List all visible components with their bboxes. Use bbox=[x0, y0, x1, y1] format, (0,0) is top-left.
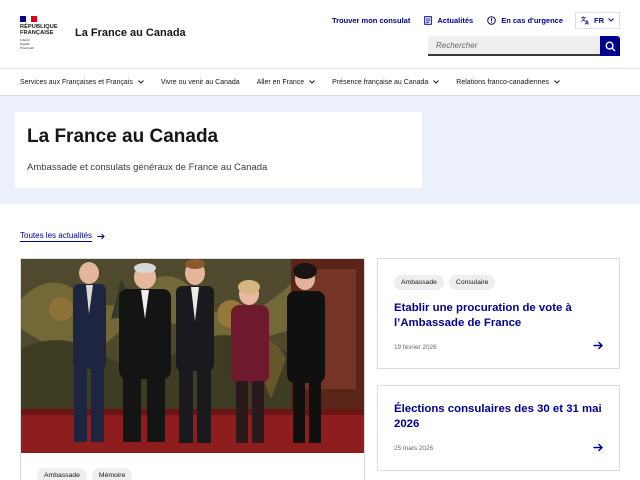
news-card-tags: Ambassade Consulaire bbox=[394, 275, 500, 290]
nav-item-services[interactable]: Services aux Françaises et Français bbox=[20, 79, 144, 86]
alert-circle-icon bbox=[487, 15, 496, 25]
arrow-right-icon bbox=[97, 233, 105, 240]
tag[interactable]: Consulaire bbox=[448, 275, 496, 290]
news-card-date: 19 février 2026 bbox=[394, 344, 437, 351]
arrow-right-icon[interactable] bbox=[593, 443, 603, 452]
search-input[interactable] bbox=[428, 36, 600, 56]
hero-card: La France au Canada Ambassade et consula… bbox=[15, 112, 422, 188]
svg-text:A: A bbox=[585, 20, 589, 24]
nav-item-aller[interactable]: Aller en France bbox=[257, 79, 316, 86]
language-selector[interactable]: 文A FR bbox=[575, 11, 620, 29]
chevron-down-icon bbox=[433, 80, 440, 84]
featured-news-tags: Ambassade Mémoire bbox=[37, 468, 137, 480]
tag[interactable]: Ambassade bbox=[394, 275, 444, 290]
chevron-down-icon bbox=[608, 18, 614, 22]
nav-item-presence[interactable]: Présence française au Canada bbox=[332, 79, 440, 86]
flag-icon bbox=[20, 16, 38, 22]
arrow-right-icon[interactable] bbox=[593, 341, 603, 350]
logo-motto: Liberté Égalité Fraternité bbox=[20, 38, 34, 50]
featured-news-photo bbox=[21, 259, 364, 453]
news-card[interactable]: Ambassade Consulaire Etablir une procura… bbox=[377, 258, 620, 369]
search-button[interactable] bbox=[600, 36, 620, 56]
site-title[interactable]: La France au Canada bbox=[75, 27, 186, 39]
nav-item-relations[interactable]: Relations franco-canadiennes bbox=[456, 79, 560, 86]
chevron-down-icon bbox=[554, 80, 560, 84]
republique-francaise-logo[interactable]: RÉPUBLIQUE FRANÇAISE Liberté Égalité Fra… bbox=[20, 16, 64, 50]
news-link[interactable]: Actualités bbox=[424, 16, 473, 25]
emergency-link[interactable]: En cas d'urgence bbox=[487, 16, 563, 25]
search-icon bbox=[604, 40, 615, 51]
header-tools: Trouver mon consulat Actualités En cas d… bbox=[332, 11, 620, 29]
news-card-title[interactable]: Élections consulaires des 30 et 31 mai 2… bbox=[394, 402, 604, 431]
site-header: RÉPUBLIQUE FRANÇAISE Liberté Égalité Fra… bbox=[0, 0, 640, 68]
all-news-link[interactable]: Toutes les actualités bbox=[20, 231, 105, 242]
chevron-down-icon bbox=[309, 80, 316, 84]
tag[interactable]: Mémoire bbox=[91, 468, 133, 480]
find-consulate-link[interactable]: Trouver mon consulat bbox=[332, 16, 410, 25]
main-navigation: Services aux Françaises et Français Vivr… bbox=[0, 68, 640, 96]
search-bar bbox=[428, 36, 620, 56]
tag[interactable]: Ambassade bbox=[37, 468, 87, 480]
news-card-date: 25 mars 2026 bbox=[394, 445, 434, 452]
news-card-title[interactable]: Etablir une procuration de vote à l’Amba… bbox=[394, 301, 604, 330]
translate-icon: 文A bbox=[581, 16, 589, 25]
chevron-down-icon bbox=[137, 80, 144, 84]
logo-text: RÉPUBLIQUE FRANÇAISE bbox=[20, 24, 58, 36]
page-title: La France au Canada bbox=[27, 126, 219, 147]
featured-news-card[interactable]: Ambassade Mémoire bbox=[20, 258, 365, 480]
hero-banner: La France au Canada Ambassade et consula… bbox=[0, 96, 640, 204]
page-subtitle: Ambassade et consulats généraux de Franc… bbox=[27, 162, 268, 173]
news-card[interactable]: Élections consulaires des 30 et 31 mai 2… bbox=[377, 385, 620, 471]
nav-item-vivre[interactable]: Vivre ou venir au Canada bbox=[161, 79, 240, 86]
newspaper-icon bbox=[424, 15, 433, 25]
